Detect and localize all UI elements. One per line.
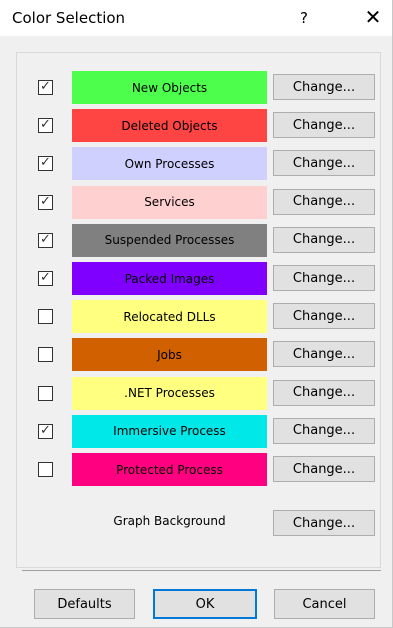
close-button[interactable]: ✕ [361, 6, 385, 30]
color-swatch-protected-process: Protected Process [72, 453, 267, 486]
color-selection-dialog: Color Selection ? ✕ ✓ New Objects Change..… [0, 0, 393, 628]
title-bar: Color Selection ? ✕ [0, 0, 392, 36]
color-swatch-packed-images: Packed Images [72, 262, 267, 295]
graph-background-label: Graph Background [113, 514, 226, 528]
color-swatch-jobs: Jobs [72, 338, 267, 372]
color-row-relocated-dlls: Relocated DLLs Change... [17, 299, 380, 334]
color-row-suspended-processes: ✓ Suspended Processes Change... [17, 223, 380, 257]
change-button-packed-images[interactable]: Change... [273, 265, 375, 291]
color-swatch-services: Services [72, 185, 267, 219]
checkmark-icon: ✓ [40, 270, 51, 285]
cancel-button[interactable]: Cancel [274, 589, 375, 619]
change-button-suspended-processes[interactable]: Change... [273, 226, 375, 253]
change-button-net-processes[interactable]: Change... [273, 379, 375, 406]
change-button-deleted-objects[interactable]: Change... [273, 112, 375, 139]
checkmark-icon: ✓ [40, 193, 51, 209]
change-button-protected-process[interactable]: Change... [273, 456, 375, 482]
color-row-new-objects: ✓ New Objects Change... [17, 70, 380, 104]
checkmark-icon: ✓ [40, 155, 51, 171]
enable-checkbox-suspended-processes[interactable]: ✓ [38, 231, 53, 248]
footer-separator [22, 570, 381, 571]
graph-background-row: Graph Background Change... [17, 506, 380, 540]
enable-checkbox-net-processes[interactable] [38, 385, 53, 401]
defaults-button[interactable]: Defaults [34, 589, 135, 619]
color-row-jobs: Jobs Change... [17, 337, 380, 372]
color-options-group: ✓ New Objects Change... ✓ Deleted Objects Cha… [16, 52, 381, 568]
color-row-net-processes: .NET Processes Change... [17, 376, 380, 410]
enable-checkbox-new-objects[interactable]: ✓ [38, 79, 53, 95]
enable-checkbox-jobs[interactable] [38, 347, 53, 363]
color-row-packed-images: ✓ Packed Images Change... [17, 261, 380, 295]
color-swatch-net-processes: .NET Processes [72, 376, 267, 410]
color-swatch-immersive-process: Immersive Process [72, 414, 267, 448]
enable-checkbox-deleted-objects[interactable]: ✓ [38, 117, 53, 134]
change-button-immersive-process[interactable]: Change... [273, 417, 375, 444]
color-row-immersive-process: ✓ Immersive Process Change... [17, 414, 380, 448]
color-swatch-new-objects: New Objects [72, 71, 267, 104]
change-button-relocated-dlls[interactable]: Change... [273, 303, 375, 330]
color-swatch-relocated-dlls: Relocated DLLs [72, 300, 267, 334]
color-swatch-suspended-processes: Suspended Processes [72, 223, 267, 257]
enable-checkbox-own-processes[interactable]: ✓ [38, 155, 53, 172]
change-button-own-processes[interactable]: Change... [273, 150, 375, 177]
enable-checkbox-services[interactable]: ✓ [38, 193, 53, 210]
enable-checkbox-immersive-process[interactable]: ✓ [38, 422, 53, 439]
color-row-deleted-objects: ✓ Deleted Objects Change... [17, 108, 380, 143]
enable-checkbox-packed-images[interactable]: ✓ [38, 270, 53, 286]
color-row-protected-process: Protected Process Change... [17, 452, 380, 486]
checkmark-icon: ✓ [40, 231, 51, 247]
color-row-own-processes: ✓ Own Processes Change... [17, 146, 380, 181]
help-button[interactable]: ? [292, 6, 316, 30]
change-button-services[interactable]: Change... [273, 188, 375, 215]
checkmark-icon: ✓ [40, 422, 51, 438]
change-button-new-objects[interactable]: Change... [273, 74, 375, 100]
enable-checkbox-protected-process[interactable] [38, 462, 53, 477]
checkmark-icon: ✓ [40, 79, 51, 94]
color-swatch-deleted-objects: Deleted Objects [72, 109, 267, 143]
change-button-jobs[interactable]: Change... [273, 341, 375, 368]
checkmark-icon: ✓ [40, 117, 51, 133]
graph-background-change-button[interactable]: Change... [273, 510, 375, 536]
color-swatch-own-processes: Own Processes [72, 147, 267, 181]
color-row-services: ✓ Services Change... [17, 185, 380, 219]
enable-checkbox-relocated-dlls[interactable] [38, 309, 53, 325]
ok-button[interactable]: OK [153, 589, 257, 619]
dialog-title: Color Selection [12, 9, 126, 27]
